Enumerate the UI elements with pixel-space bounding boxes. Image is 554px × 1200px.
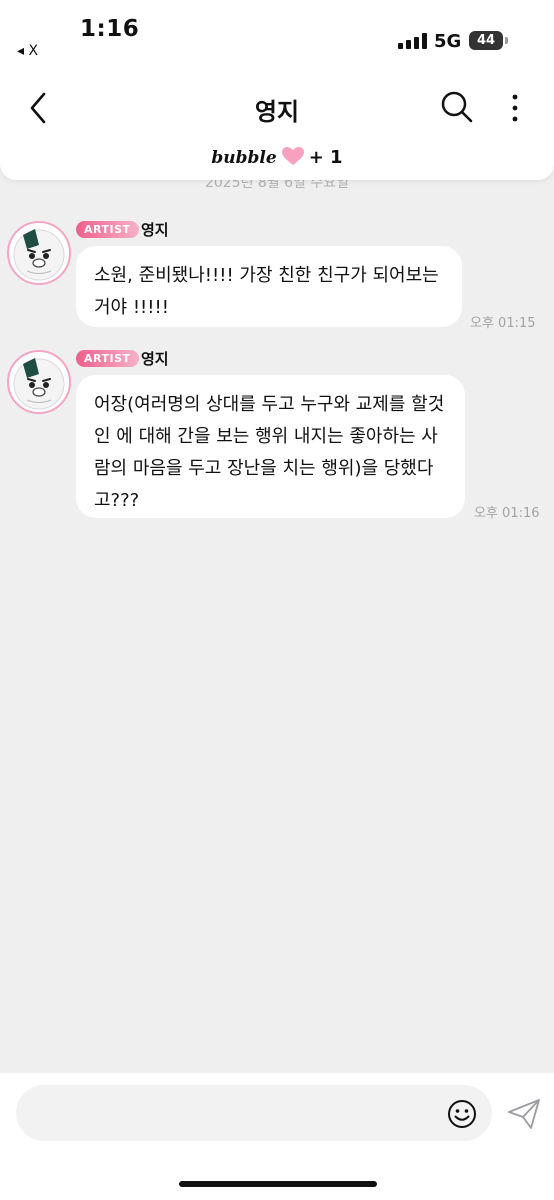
artist-badge: ARTIST bbox=[76, 221, 139, 238]
sender-name: 영지 bbox=[141, 350, 169, 368]
send-button[interactable] bbox=[506, 1097, 542, 1131]
artist-badge: ARTIST bbox=[76, 350, 139, 367]
rice-ball-avatar-icon bbox=[13, 229, 65, 281]
message-input[interactable] bbox=[16, 1085, 492, 1141]
message-time: 오후 01:16 bbox=[474, 506, 540, 521]
battery-tip bbox=[505, 37, 508, 44]
message-time: 오후 01:15 bbox=[470, 316, 536, 331]
search-button[interactable] bbox=[440, 90, 474, 124]
emoji-button[interactable] bbox=[446, 1098, 478, 1130]
bubble-subscription-link[interactable]: bubble + 1 bbox=[0, 146, 554, 171]
message-bubble[interactable]: 소원, 준비됐나!!!! 가장 친한 친구가 되어보는거야 !!!!! bbox=[76, 246, 462, 327]
status-time: 1:16 bbox=[80, 16, 140, 42]
bubble-logo: bubble bbox=[211, 148, 277, 168]
emoji-icon bbox=[448, 1100, 476, 1128]
home-indicator bbox=[179, 1181, 377, 1187]
battery-icon: 44 bbox=[469, 31, 503, 50]
send-icon bbox=[508, 1099, 540, 1129]
chat-header: 영지 bubble + 1 bbox=[0, 70, 554, 180]
sender-name: 영지 bbox=[141, 221, 169, 239]
network-label: 5G bbox=[434, 31, 462, 52]
more-vertical-icon bbox=[512, 94, 518, 122]
search-icon bbox=[441, 91, 473, 123]
back-to-app-link[interactable]: ◂ X bbox=[17, 43, 38, 59]
heart-icon bbox=[281, 146, 305, 171]
avatar[interactable] bbox=[7, 221, 71, 285]
more-button[interactable] bbox=[507, 92, 523, 124]
rice-ball-avatar-icon bbox=[13, 358, 65, 410]
message-bubble[interactable]: 어장(여러명의 상대를 두고 누구와 교제를 할것인 에 대해 간을 보는 행위… bbox=[76, 375, 465, 518]
status-bar: 1:16 ◂ X 5G 44 bbox=[0, 0, 554, 70]
bubble-count: + 1 bbox=[308, 147, 343, 168]
signal-icon bbox=[398, 33, 428, 49]
avatar[interactable] bbox=[7, 350, 71, 414]
message-input-bar bbox=[0, 1073, 554, 1200]
